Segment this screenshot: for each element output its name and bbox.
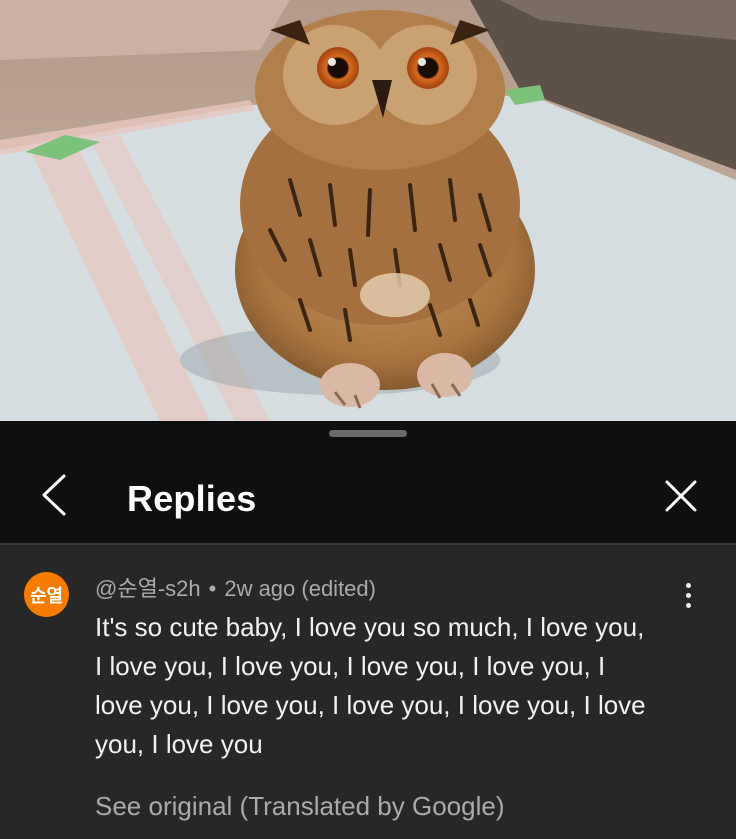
comment-meta: @순열-s2h • 2w ago (edited): [95, 571, 376, 603]
owl-photo: [0, 0, 736, 421]
chevron-left-icon: [42, 474, 66, 516]
more-vertical-icon-dot: [685, 602, 691, 608]
back-button[interactable]: [30, 471, 78, 519]
replies-sheet: Replies 순열 @순열-s2h • 2w ago (edited) It's …: [0, 421, 736, 839]
more-options-button[interactable]: [672, 575, 704, 615]
page-title: Replies: [127, 478, 257, 519]
see-original-link[interactable]: See original (Translated by Google): [95, 791, 504, 822]
avatar[interactable]: 순열: [24, 572, 69, 617]
comment-author[interactable]: @순열-s2h: [95, 576, 201, 601]
more-vertical-icon-dot: [685, 592, 691, 598]
more-vertical-icon: [685, 582, 691, 588]
comment-item: 순열 @순열-s2h • 2w ago (edited) It's so cute …: [0, 545, 736, 839]
comment-timestamp: 2w ago (edited): [224, 576, 376, 601]
meta-separator: •: [208, 576, 217, 601]
comment-text: It's so cute baby, I love you so much, I…: [95, 612, 646, 759]
drag-handle[interactable]: [329, 430, 407, 437]
close-icon: [665, 480, 697, 512]
close-button[interactable]: [656, 471, 706, 521]
replies-header: Replies: [0, 451, 736, 543]
